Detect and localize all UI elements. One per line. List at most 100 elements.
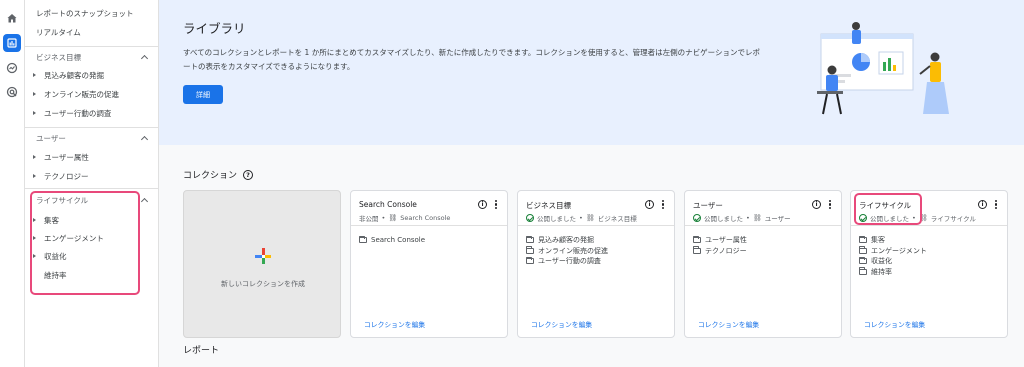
list-item: 見込み顧客の発掘 bbox=[526, 235, 608, 246]
sidebar-item-label: 見込み顧客の発掘 bbox=[44, 70, 104, 80]
sidebar-section-user[interactable]: ユーザー bbox=[25, 129, 159, 147]
card-item-list: ユーザー属性 テクノロジー bbox=[693, 235, 747, 256]
main-content: ライブラリ すべてのコレクションとレポートを 1 か所にまとめてカスタマイズした… bbox=[159, 0, 1024, 367]
info-icon[interactable]: i bbox=[978, 200, 987, 209]
more-vert-icon[interactable] bbox=[829, 200, 832, 210]
card-title: ユーザー bbox=[693, 201, 723, 210]
more-vert-icon[interactable] bbox=[995, 200, 998, 210]
page-title: ライブラリ bbox=[183, 21, 246, 36]
sidebar-item-label: ユーザー属性 bbox=[44, 152, 89, 162]
hero-description: すべてのコレクションとレポートを 1 か所にまとめてカスタマイズしたり、新たに作… bbox=[183, 48, 760, 71]
sidebar-item-demographics[interactable]: ユーザー属性 bbox=[25, 148, 159, 166]
card-item-list: 見込み顧客の発掘 オンライン販売の促進 ユーザー行動の調査 bbox=[526, 235, 608, 267]
advertising-icon[interactable] bbox=[3, 83, 21, 101]
edit-collection-link[interactable]: コレクションを編集 bbox=[864, 319, 925, 329]
list-item: ユーザー属性 bbox=[693, 235, 747, 246]
sidebar-item-tech[interactable]: テクノロジー bbox=[25, 167, 159, 185]
collection-card-business-goals: ビジネス目標 i 公開しました • ⛓ ビジネス目標 見込み顧客の発掘 オンライ… bbox=[517, 190, 675, 338]
sidebar-item-realtime[interactable]: リアルタイム bbox=[25, 23, 159, 41]
collections-header: コレクション ? bbox=[183, 168, 254, 181]
sidebar-divider bbox=[25, 46, 159, 47]
folder-icon bbox=[359, 235, 367, 244]
add-icon bbox=[255, 248, 271, 264]
edit-collection-link[interactable]: コレクションを編集 bbox=[531, 319, 592, 329]
caret-right-icon bbox=[33, 155, 36, 159]
sidebar-item-user-behavior[interactable]: ユーザー行動の調査 bbox=[25, 104, 159, 122]
chevron-up-icon bbox=[140, 54, 149, 63]
list-item: テクノロジー bbox=[693, 246, 747, 257]
card-item-list: 集客 エンゲージメント 収益化 維持率 bbox=[859, 235, 927, 277]
folder-icon bbox=[526, 235, 534, 244]
sidebar-item-snapshot[interactable]: レポートのスナップショット bbox=[25, 4, 159, 22]
section-title: ビジネス目標 bbox=[36, 52, 81, 62]
new-collection-card[interactable]: 新しいコレクションを作成 bbox=[183, 190, 341, 338]
card-divider bbox=[518, 225, 674, 226]
caret-right-icon bbox=[33, 73, 36, 77]
edit-collection-link[interactable]: コレクションを編集 bbox=[698, 319, 759, 329]
card-status: 公開しました bbox=[537, 215, 576, 223]
reports-icon[interactable] bbox=[3, 34, 21, 52]
card-divider bbox=[351, 225, 507, 226]
caret-right-icon bbox=[33, 111, 36, 115]
new-collection-label: 新しいコレクションを作成 bbox=[221, 280, 305, 288]
highlight-box bbox=[30, 191, 140, 295]
sidebar-item-label: リアルタイム bbox=[36, 27, 81, 37]
card-divider bbox=[685, 225, 841, 226]
folder-icon bbox=[693, 235, 701, 244]
list-item: Search Console bbox=[359, 235, 425, 246]
help-icon[interactable]: ? bbox=[243, 169, 254, 180]
folder-icon bbox=[859, 256, 867, 265]
info-icon[interactable]: i bbox=[645, 200, 654, 209]
more-vert-icon[interactable] bbox=[662, 200, 665, 210]
sidebar-item-label: ユーザー行動の調査 bbox=[44, 108, 112, 118]
card-divider bbox=[851, 225, 1007, 226]
details-button[interactable]: 詳細 bbox=[183, 85, 223, 104]
sidebar-divider bbox=[25, 127, 159, 128]
collection-card-search-console: Search Console i 非公開 • ⛓ Search Console … bbox=[350, 190, 508, 338]
card-title: ビジネス目標 bbox=[526, 201, 571, 210]
chevron-up-icon bbox=[140, 135, 149, 144]
explore-icon[interactable] bbox=[3, 59, 21, 77]
folder-icon bbox=[859, 246, 867, 254]
more-vert-icon[interactable] bbox=[495, 200, 498, 210]
link-icon: ⛓ bbox=[752, 214, 762, 222]
sidebar-item-label: レポートのスナップショット bbox=[36, 8, 134, 18]
folder-icon bbox=[526, 256, 534, 265]
collections-title: コレクション bbox=[183, 171, 238, 181]
nav-rail bbox=[0, 0, 25, 367]
card-source: ビジネス目標 bbox=[597, 215, 637, 223]
list-item: 収益化 bbox=[859, 256, 927, 267]
link-icon: ⛓ bbox=[388, 214, 398, 222]
card-meta: 公開しました • ⛓ ユーザー bbox=[693, 213, 791, 223]
info-icon[interactable]: i bbox=[478, 200, 487, 209]
caret-right-icon bbox=[33, 174, 36, 178]
collection-card-user: ユーザー i 公開しました • ⛓ ユーザー ユーザー属性 テクノロジー コレク… bbox=[684, 190, 842, 338]
card-source: Search Console bbox=[400, 214, 451, 222]
card-meta: 非公開 • ⛓ Search Console bbox=[359, 214, 451, 223]
card-status: 非公開 bbox=[359, 215, 379, 223]
folder-icon bbox=[859, 235, 867, 244]
card-meta: 公開しました • ⛓ ビジネス目標 bbox=[526, 213, 637, 223]
info-icon[interactable]: i bbox=[812, 200, 821, 209]
sidebar-item-label: テクノロジー bbox=[44, 171, 89, 181]
library-illustration bbox=[817, 22, 949, 115]
list-item: ユーザー行動の調査 bbox=[526, 256, 608, 267]
list-item: 維持率 bbox=[859, 267, 927, 278]
reports-title: レポート bbox=[183, 346, 220, 356]
sidebar-item-label: オンライン販売の促進 bbox=[44, 89, 119, 99]
folder-icon bbox=[859, 267, 867, 275]
edit-collection-link[interactable]: コレクションを編集 bbox=[364, 319, 425, 329]
list-item: 集客 bbox=[859, 235, 927, 246]
collection-card-lifecycle: ライフサイクル i 公開しました • ⛓ ライフサイクル 集客 エンゲージメント… bbox=[850, 190, 1008, 338]
card-source: ユーザー bbox=[764, 215, 791, 223]
sidebar-item-leads[interactable]: 見込み顧客の発掘 bbox=[25, 66, 159, 84]
list-item: エンゲージメント bbox=[859, 246, 927, 257]
sidebar-section-business-goals[interactable]: ビジネス目標 bbox=[25, 48, 159, 66]
check-circle-icon bbox=[693, 214, 701, 222]
sidebar-item-online-sales[interactable]: オンライン販売の促進 bbox=[25, 85, 159, 103]
home-icon[interactable] bbox=[3, 9, 21, 27]
folder-icon bbox=[693, 246, 701, 254]
check-circle-icon bbox=[526, 214, 534, 222]
hero-banner: ライブラリ すべてのコレクションとレポートを 1 か所にまとめてカスタマイズした… bbox=[159, 0, 1024, 145]
card-status: 公開しました bbox=[704, 215, 743, 223]
